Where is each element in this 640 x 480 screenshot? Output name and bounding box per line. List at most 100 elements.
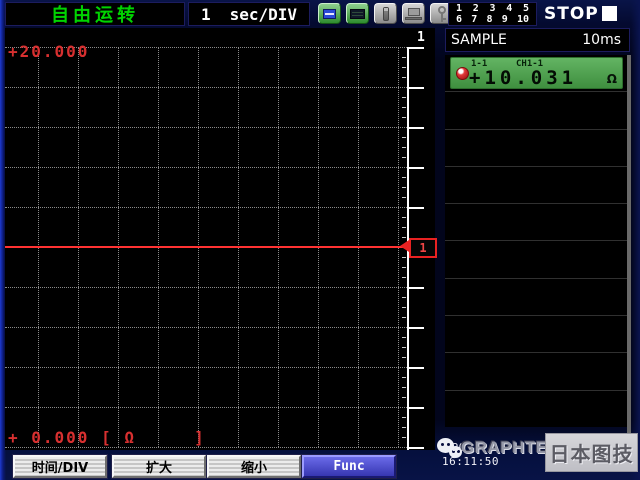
scale-tick: [409, 47, 424, 49]
grid-line-h: [5, 127, 407, 128]
timebase-unit: sec/DIV: [230, 5, 297, 24]
grid-line-h: [5, 327, 407, 328]
display-icon: [346, 3, 369, 24]
grid-line-h: [5, 167, 407, 168]
grid-line-h: [5, 407, 407, 408]
scale-tick: [402, 347, 406, 348]
timebase-value: 1: [201, 5, 211, 24]
y-max-label: +20.000: [8, 42, 89, 61]
trace-marker[interactable]: 1: [409, 238, 437, 258]
time-div-button-label: 时间/DIV: [32, 457, 88, 476]
scale-tick: [402, 227, 406, 228]
scale-tick: [402, 427, 406, 428]
grid-line-h: [5, 287, 407, 288]
key-tooth-glyph: [443, 18, 446, 20]
channel-row-empty: [445, 391, 627, 427]
sample-label: SAMPLE: [451, 32, 507, 48]
grid-line-h: [5, 367, 407, 368]
device-screen: 自由运转 1 sec/DIV 1 2: [0, 0, 640, 480]
scale-tick: [402, 317, 406, 318]
ch-num: 7: [471, 14, 477, 25]
timebase-indicator: 1 sec/DIV: [188, 2, 310, 26]
scale-tick: [402, 377, 406, 378]
stop-indicator-square: [602, 6, 617, 21]
scale-tick: [402, 157, 406, 158]
ch-num: 2: [473, 3, 479, 14]
sample-value: 10ms: [582, 32, 621, 48]
grid-line-h: [5, 447, 407, 448]
run-mode-indicator: 自由运转: [5, 2, 185, 26]
sample-rate-bar: SAMPLE 10ms: [445, 28, 630, 52]
ch-num: 9: [502, 14, 508, 25]
scale-tick: [402, 257, 406, 258]
channel-unit: Ω: [607, 72, 617, 86]
scale-tick: [402, 217, 406, 218]
y-min-unit-label: + 0.000 [ Ω ]: [8, 428, 206, 447]
channel-value: +10.031: [469, 67, 577, 89]
channel-readout-box[interactable]: 1-1 CH1-1 +10.031 Ω: [450, 57, 623, 89]
watermark-cn-box: 日本图技: [545, 433, 638, 472]
scale-tick: [402, 117, 406, 118]
scale-tick: [402, 97, 406, 98]
waveform-plot: +20.000 + 0.000 [ Ω ] 1 1: [5, 28, 435, 450]
media-icon-strip: [318, 3, 453, 24]
scale-tick: [402, 337, 406, 338]
scale-tick: [402, 187, 406, 188]
pc-screen-glyph: [408, 8, 420, 16]
scale-tick: [402, 67, 406, 68]
scale-tick: [402, 77, 406, 78]
scale-tick: [409, 287, 424, 289]
time-div-button[interactable]: 时间/DIV: [13, 455, 107, 478]
scale-tick: [402, 147, 406, 148]
ch-num: 10: [517, 14, 529, 25]
scale-tick: [402, 267, 406, 268]
scale-tick: [402, 57, 406, 58]
ch-num: 3: [489, 3, 495, 14]
zoom-out-button[interactable]: 缩小: [207, 455, 301, 478]
scale-tick: [402, 177, 406, 178]
usb-stick-icon: [374, 3, 397, 24]
channel-row-empty: [445, 279, 627, 316]
scale-tick: [402, 107, 406, 108]
trace-marker-arrow: [400, 240, 409, 252]
zoom-in-button[interactable]: 扩大: [112, 455, 206, 478]
channel-row-active[interactable]: 1-1 CH1-1 +10.031 Ω: [445, 55, 627, 92]
scale-tick: [402, 417, 406, 418]
channel-row-empty: [445, 316, 627, 353]
ch-num: 4: [506, 3, 512, 14]
channel-row-empty: [445, 204, 627, 241]
channel-number-indicator: 1 2 3 4 5 6 7 8 9 10: [448, 2, 537, 26]
ch-num: 5: [523, 3, 529, 14]
scale-tick: [402, 307, 406, 308]
scale-tick: [402, 197, 406, 198]
memory-card-icon: [318, 3, 341, 24]
scale-channel-label: 1: [417, 30, 425, 45]
func-button[interactable]: Func: [302, 455, 396, 478]
channel-numbers-bottom: 6 7 8 9 10: [456, 14, 529, 25]
zoom-out-button-label: 缩小: [241, 457, 267, 476]
channel-row-empty: [445, 92, 627, 129]
scale-tick: [402, 387, 406, 388]
grid-line-h: [5, 207, 407, 208]
scale-tick: [409, 167, 424, 169]
scale-tick: [402, 297, 406, 298]
channel-list-panel: 1-1 CH1-1 +10.031 Ω: [445, 55, 627, 427]
channel-row-empty: [445, 241, 627, 278]
scale-tick: [402, 397, 406, 398]
channel-panel-scrollbar[interactable]: [627, 55, 631, 440]
channel-numbers-top: 1 2 3 4 5: [456, 3, 529, 14]
func-button-label: Func: [333, 459, 364, 474]
scale-tick: [409, 367, 424, 369]
scale-tick: [409, 327, 424, 329]
scale-tick: [402, 277, 406, 278]
channel-row-empty: [445, 130, 627, 167]
watermark-cn-text: 日本图技: [550, 438, 634, 467]
scale-tick: [402, 437, 406, 438]
zoom-in-button-label: 扩大: [146, 457, 172, 476]
scale-tick: [409, 447, 424, 449]
run-mode-label: 自由运转: [51, 1, 139, 27]
channel-row-empty: [445, 353, 627, 390]
display-line: [352, 12, 363, 13]
channel-row-empty: [445, 167, 627, 204]
stop-status-label: STOP: [544, 4, 599, 24]
